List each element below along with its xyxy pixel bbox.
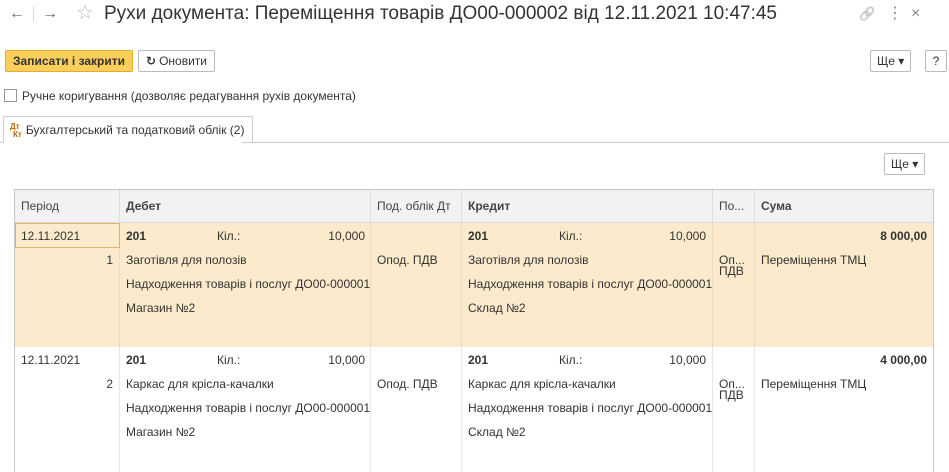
po-cell-2: ПДВ: [719, 264, 744, 278]
credit-account[interactable]: 201: [462, 224, 552, 248]
credit-qty[interactable]: 10,000: [612, 224, 712, 248]
refresh-button[interactable]: ↻ Оновити: [138, 50, 215, 72]
help-button[interactable]: ?: [925, 50, 947, 72]
credit-subconto-1[interactable]: Каркас для крісла-качалки: [462, 372, 712, 396]
debit-account[interactable]: 201: [120, 224, 210, 248]
credit-account[interactable]: 201: [462, 348, 552, 372]
debit-subconto-1[interactable]: Заготівля для полозів: [120, 248, 370, 272]
tab-accounting[interactable]: Дт Кт Бухгалтерський та податковий облік (…: [3, 116, 254, 143]
debit-qty[interactable]: 10,000: [271, 348, 371, 372]
credit-qty[interactable]: 10,000: [612, 348, 712, 372]
col-po[interactable]: По...: [713, 190, 755, 222]
nav-divider: [33, 6, 34, 22]
window-title: Рухи документа: Переміщення товарів ДО00…: [104, 3, 777, 24]
table-row[interactable]: 12.11.2021 1 201 Кіл.: 10,000 Заготівля …: [15, 223, 933, 347]
movements-table[interactable]: Період Дебет Под. облік Дт Кредит По... …: [14, 189, 934, 472]
po-cell-2: ПДВ: [719, 388, 744, 402]
table-row[interactable]: 12.11.2021 2 201 Кіл.: 10,000 Каркас для…: [15, 347, 933, 472]
close-icon[interactable]: ×: [911, 4, 920, 24]
po-cell[interactable]: Оп...: [713, 372, 755, 388]
credit-subconto-1[interactable]: Заготівля для полозів: [462, 248, 712, 272]
debit-subconto-2[interactable]: Надходження товарів і послуг ДО00-000001…: [120, 272, 370, 296]
col-sum[interactable]: Сума: [755, 190, 933, 222]
tax-dt-cell[interactable]: Опод. ПДВ: [371, 372, 461, 396]
manual-edit-row[interactable]: Ручне коригування (дозволяє редагування …: [4, 88, 356, 104]
debit-credit-icon: Дт Кт: [10, 121, 22, 139]
col-period[interactable]: Період: [15, 190, 120, 222]
tab-label: Бухгалтерський та податковий облік (2): [25, 123, 245, 137]
more-vertical-icon[interactable]: ⋮: [887, 4, 903, 24]
title-bar: ← → ☆ Рухи документа: Переміщення товарі…: [0, 0, 949, 32]
period-cell[interactable]: 12.11.2021: [15, 348, 119, 372]
debit-subconto-3[interactable]: Магазин №2: [120, 420, 370, 444]
credit-subconto-3[interactable]: Склад №2: [462, 420, 712, 444]
tax-dt-cell[interactable]: Опод. ПДВ: [371, 248, 461, 272]
debit-account[interactable]: 201: [120, 348, 210, 372]
amount-cell[interactable]: 4 000,00: [755, 348, 933, 372]
save-and-close-button[interactable]: Записати і закрити: [5, 50, 134, 72]
refresh-icon: ↻: [146, 54, 157, 68]
more-button[interactable]: Ще ▾: [870, 50, 912, 72]
debit-subconto-2[interactable]: Надходження товарів і послуг ДО00-000001…: [120, 396, 370, 420]
debit-qty[interactable]: 10,000: [271, 224, 371, 248]
manual-edit-checkbox[interactable]: [4, 89, 17, 103]
col-tax-dt[interactable]: Под. облік Дт: [371, 190, 462, 222]
table-header: Період Дебет Под. облік Дт Кредит По... …: [15, 190, 933, 223]
credit-subconto-2[interactable]: Надходження товарів і послуг ДО00-000001…: [462, 396, 712, 420]
tab-strip-line: [242, 142, 949, 143]
credit-subconto-2[interactable]: Надходження товарів і послуг ДО00-000001…: [462, 272, 712, 296]
credit-subconto-3[interactable]: Склад №2: [462, 296, 712, 320]
row-number: 2: [106, 377, 113, 391]
link-icon[interactable]: 🔗: [859, 4, 875, 24]
po-cell[interactable]: Оп...: [713, 248, 755, 264]
grid-more-button[interactable]: Ще ▾: [884, 153, 926, 175]
debit-subconto-3[interactable]: Магазин №2: [120, 296, 370, 320]
debit-subconto-1[interactable]: Каркас для крісла-качалки: [120, 372, 370, 396]
refresh-label: Оновити: [159, 54, 207, 68]
period-cell[interactable]: 12.11.2021: [15, 224, 119, 248]
amount-cell[interactable]: 8 000,00: [755, 224, 933, 248]
col-credit[interactable]: Кредит: [462, 190, 713, 222]
content-cell[interactable]: Переміщення ТМЦ: [755, 248, 933, 272]
manual-edit-label: Ручне коригування (дозволяє редагування …: [22, 89, 356, 103]
content-cell[interactable]: Переміщення ТМЦ: [755, 372, 933, 396]
row-number: 1: [106, 253, 113, 267]
back-arrow-icon[interactable]: ←: [6, 4, 28, 24]
favorite-star-icon[interactable]: ☆: [76, 1, 94, 25]
col-debit[interactable]: Дебет: [120, 190, 371, 222]
forward-arrow-icon[interactable]: →: [39, 4, 61, 24]
